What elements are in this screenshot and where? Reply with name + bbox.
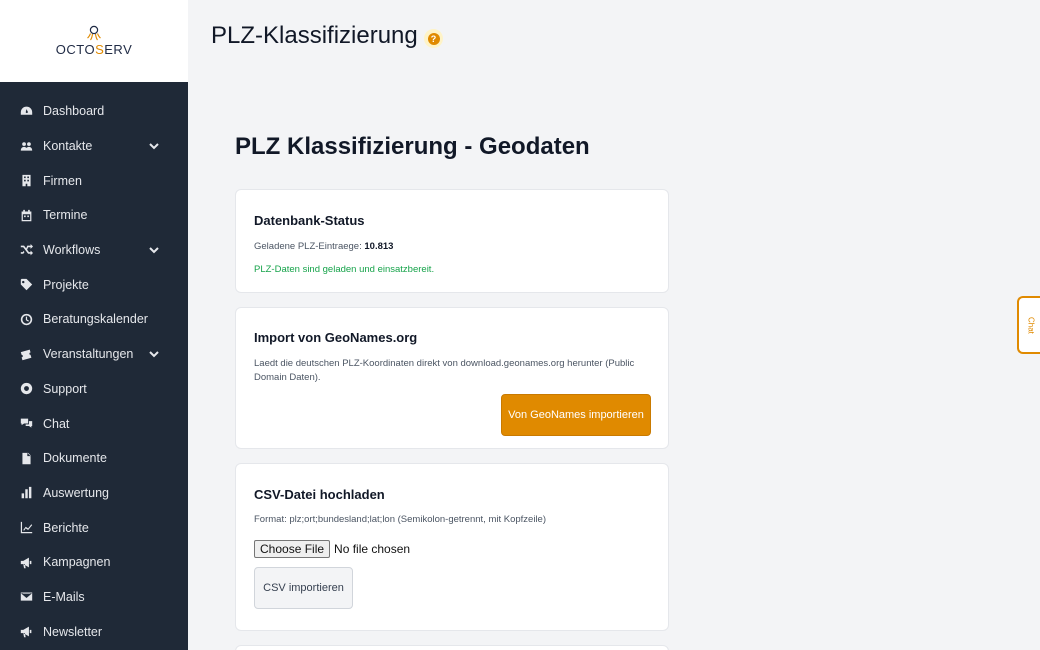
- sidebar-nav: Dashboard Kontakte Firmen Termine Workflows P…: [0, 82, 188, 649]
- sidebar-item-label: Newsletter: [43, 624, 103, 639]
- lifebuoy-icon: [20, 382, 33, 395]
- csv-import-button[interactable]: CSV importieren: [254, 567, 353, 609]
- clock-icon: [20, 313, 33, 326]
- calendar-icon: [20, 209, 33, 222]
- megaphone-icon: [20, 625, 33, 638]
- sidebar-item-dokumente[interactable]: Dokumente: [0, 441, 188, 476]
- ticket-icon: [20, 348, 33, 361]
- chat-icon: [20, 417, 33, 430]
- octopus-logo-icon: [87, 25, 101, 41]
- status-message: PLZ-Daten sind geladen und einsatzbereit…: [254, 264, 435, 275]
- file-input[interactable]: Choose File No file chosen: [254, 540, 410, 558]
- sidebar-item-kontakte[interactable]: Kontakte: [0, 129, 188, 164]
- sidebar-item-projekte[interactable]: Projekte: [0, 267, 188, 302]
- sidebar-item-label: Kontakte: [43, 139, 93, 154]
- sidebar-item-label: Dokumente: [43, 451, 107, 466]
- sidebar-item-kampagnen[interactable]: Kampagnen: [0, 545, 188, 580]
- geonames-import-button[interactable]: Von GeoNames importieren: [501, 394, 651, 436]
- sidebar-item-dashboard[interactable]: Dashboard: [0, 94, 188, 129]
- sidebar-item-label: Chat: [43, 416, 70, 431]
- loaded-count: 10.813: [364, 241, 394, 252]
- sidebar-item-label: Support: [43, 381, 87, 396]
- sidebar-item-auswertung[interactable]: Auswertung: [0, 476, 188, 511]
- sidebar-item-veranstaltungen[interactable]: Veranstaltungen: [0, 337, 188, 372]
- sidebar-item-chat[interactable]: Chat: [0, 406, 188, 441]
- line-chart-icon: [20, 521, 33, 534]
- csv-upload-card: CSV-Datei hochladen Format: plz;ort;bund…: [235, 463, 669, 631]
- sidebar-item-newsletter[interactable]: Newsletter: [0, 614, 188, 649]
- logo-text: OCTOSERV: [55, 42, 133, 57]
- csv-format-hint: Format: plz;ort;bundesland;lat;lon (Semi…: [254, 514, 546, 525]
- chevron-down-icon[interactable]: [148, 348, 160, 360]
- megaphone-icon: [20, 556, 33, 569]
- section-heading: PLZ Klassifizierung - Geodaten: [235, 133, 590, 160]
- question-icon: ?: [427, 32, 440, 45]
- import-description: Laedt die deutschen PLZ-Koordinaten dire…: [254, 358, 635, 383]
- sidebar-item-termine[interactable]: Termine: [0, 198, 188, 233]
- sidebar-item-label: Projekte: [43, 277, 89, 292]
- chevron-down-icon[interactable]: [148, 244, 160, 256]
- sidebar-item-label: Workflows: [43, 243, 101, 258]
- tag-icon: [20, 278, 33, 291]
- sidebar-item-label: Beratungskalender: [43, 312, 148, 327]
- building-icon: [20, 174, 33, 187]
- shuffle-icon: [20, 243, 33, 257]
- envelope-icon: [20, 590, 33, 603]
- document-icon: [20, 452, 33, 465]
- choose-file-button[interactable]: Choose File: [254, 540, 331, 558]
- chat-tab[interactable]: Chat: [1017, 296, 1040, 354]
- geonames-import-card: Import von GeoNames.org Laedt die deutsc…: [235, 307, 669, 449]
- sidebar-item-label: Berichte: [43, 520, 89, 535]
- file-status: No file chosen: [334, 542, 411, 556]
- loaded-entries-text: Geladene PLZ-Eintraege: 10.813: [254, 241, 394, 252]
- sidebar-item-workflows[interactable]: Workflows: [0, 233, 188, 268]
- help-icon[interactable]: ?: [424, 29, 443, 48]
- sidebar-item-e-mails[interactable]: E-Mails: [0, 580, 188, 615]
- sidebar: OCTOSERV Dashboard Kontakte Firmen Termine W…: [0, 0, 188, 650]
- sidebar-item-label: Firmen: [43, 173, 82, 188]
- chat-tab-label: Chat: [1026, 316, 1036, 334]
- database-status-card: Datenbank-Status Geladene PLZ-Eintraege:…: [235, 189, 669, 293]
- page-title: PLZ-Klassifizierung: [211, 22, 418, 49]
- sidebar-item-firmen[interactable]: Firmen: [0, 163, 188, 198]
- next-card: [235, 645, 669, 650]
- sidebar-item-berichte[interactable]: Berichte: [0, 510, 188, 545]
- logo[interactable]: OCTOSERV: [0, 0, 188, 82]
- chevron-down-icon[interactable]: [148, 140, 160, 152]
- sidebar-item-support[interactable]: Support: [0, 372, 188, 407]
- users-icon: [20, 140, 33, 153]
- sidebar-item-label: Kampagnen: [43, 555, 111, 570]
- sidebar-item-label: Veranstaltungen: [43, 347, 134, 362]
- sidebar-item-label: Dashboard: [43, 104, 105, 119]
- sidebar-item-beratungskalender[interactable]: Beratungskalender: [0, 302, 188, 337]
- dashboard-icon: [20, 105, 33, 118]
- card-title: CSV-Datei hochladen: [254, 487, 385, 502]
- sidebar-item-label: Auswertung: [43, 485, 110, 500]
- card-title: Import von GeoNames.org: [254, 330, 418, 345]
- sidebar-item-label: E-Mails: [43, 589, 85, 604]
- sidebar-item-label: Termine: [43, 208, 88, 223]
- card-title: Datenbank-Status: [254, 213, 365, 228]
- bar-chart-icon: [20, 486, 33, 499]
